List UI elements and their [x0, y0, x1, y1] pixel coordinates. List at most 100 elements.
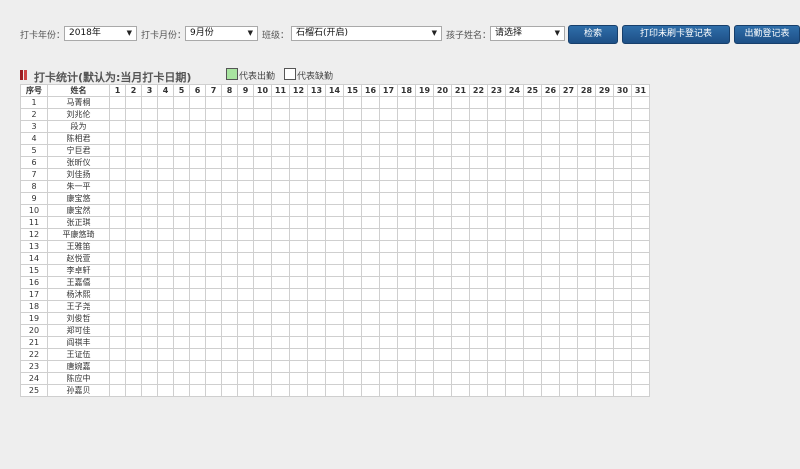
attendance-cell	[205, 144, 222, 157]
attendance-cell	[109, 216, 126, 229]
attendance-cell	[157, 384, 174, 397]
attendance-cell	[577, 144, 596, 157]
attendance-cell	[173, 348, 190, 361]
attendance-cell	[221, 180, 238, 193]
attendance-cell	[271, 348, 290, 361]
child-label: 孩子姓名：	[446, 31, 492, 41]
attendance-cell	[173, 300, 190, 313]
student-name: 郑可佳	[47, 324, 110, 337]
attendance-cell	[613, 312, 632, 325]
attendance-cell	[173, 156, 190, 169]
column-header-day: 22	[469, 84, 488, 97]
attendance-cell	[253, 372, 272, 385]
attendance-cell	[433, 240, 452, 253]
attendance-cell	[613, 288, 632, 301]
attendance-cell	[125, 168, 142, 181]
attendance-cell	[221, 276, 238, 289]
attendance-cell	[433, 384, 452, 397]
attendance-cell	[173, 192, 190, 205]
attendance-cell	[221, 288, 238, 301]
attendance-cell	[451, 192, 470, 205]
attendance-cell	[577, 108, 596, 121]
attendance-cell	[379, 288, 398, 301]
month-select[interactable]: 9月份 ▼	[185, 26, 258, 41]
attendance-cell	[157, 336, 174, 349]
attendance-cell	[523, 180, 542, 193]
attendance-cell	[271, 240, 290, 253]
attendance-cell	[397, 252, 416, 265]
column-header-day: 10	[253, 84, 272, 97]
attendance-cell	[577, 96, 596, 109]
attendance-cell	[125, 108, 142, 121]
attendance-cell	[631, 276, 650, 289]
attendance-cell	[141, 192, 158, 205]
year-select[interactable]: 2018年 ▼	[64, 26, 137, 41]
attendance-cell	[577, 180, 596, 193]
attendance-cell	[415, 300, 434, 313]
attendance-cell	[221, 336, 238, 349]
search-button[interactable]: 检索	[568, 25, 618, 44]
attendance-cell	[631, 288, 650, 301]
column-header-day: 28	[577, 84, 596, 97]
attendance-cell	[343, 372, 362, 385]
attendance-cell	[451, 276, 470, 289]
attendance-cell	[325, 204, 344, 217]
attendance-cell	[613, 156, 632, 169]
attendance-cell	[469, 228, 488, 241]
attendance-cell	[379, 384, 398, 397]
attendance-cell	[173, 336, 190, 349]
attendance-cell	[141, 372, 158, 385]
student-name: 张正琪	[47, 216, 110, 229]
attendance-cell	[451, 96, 470, 109]
attendance-cell	[559, 312, 578, 325]
attendance-cell	[205, 108, 222, 121]
attendance-cell	[173, 96, 190, 109]
attendance-cell	[379, 216, 398, 229]
attendance-cell	[631, 324, 650, 337]
attendance-cell	[205, 132, 222, 145]
attendance-cell	[325, 312, 344, 325]
column-header-day: 12	[289, 84, 308, 97]
attendance-cell	[361, 384, 380, 397]
attendance-cell	[237, 180, 254, 193]
attendance-cell	[361, 372, 380, 385]
attendance-cell	[469, 240, 488, 253]
attendance-cell	[505, 156, 524, 169]
attendance-cell	[109, 180, 126, 193]
attendance-cell	[397, 228, 416, 241]
attendance-cell	[487, 108, 506, 121]
attendance-cell	[125, 132, 142, 145]
row-number: 13	[20, 240, 48, 253]
attendance-cell	[415, 252, 434, 265]
attendance-cell	[271, 264, 290, 277]
attendance-cell	[577, 252, 596, 265]
attendance-cell	[157, 276, 174, 289]
attendance-cell	[307, 96, 326, 109]
row-number: 17	[20, 288, 48, 301]
attendance-cell	[523, 120, 542, 133]
attendance-cell	[343, 360, 362, 373]
attendance-cell	[325, 252, 344, 265]
attendance-cell	[343, 180, 362, 193]
attendance-cell	[289, 348, 308, 361]
attendance-cell	[433, 192, 452, 205]
attendance-cell	[631, 264, 650, 277]
print-unswiped-button[interactable]: 打印未刷卡登记表	[622, 25, 730, 44]
attendance-cell	[631, 240, 650, 253]
attendance-cell	[221, 228, 238, 241]
child-select[interactable]: 请选择 ▼	[490, 26, 565, 41]
attendance-cell	[125, 276, 142, 289]
attendance-cell	[343, 120, 362, 133]
attendance-register-button[interactable]: 出勤登记表	[734, 25, 800, 44]
attendance-cell	[379, 108, 398, 121]
attendance-cell	[237, 300, 254, 313]
attendance-cell	[253, 384, 272, 397]
attendance-cell	[415, 240, 434, 253]
attendance-cell	[325, 132, 344, 145]
attendance-cell	[397, 216, 416, 229]
attendance-cell	[289, 372, 308, 385]
row-number: 11	[20, 216, 48, 229]
attendance-cell	[253, 96, 272, 109]
attendance-cell	[559, 144, 578, 157]
class-select[interactable]: 石榴石(开启) ▼	[291, 26, 442, 41]
